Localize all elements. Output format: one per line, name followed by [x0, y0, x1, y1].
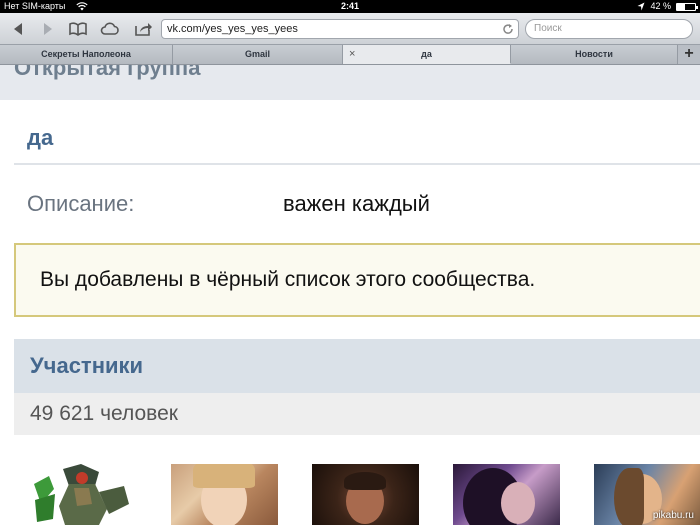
tab-label: Секреты Наполеона	[41, 49, 131, 59]
new-tab-button[interactable]: +	[678, 45, 700, 64]
forward-button[interactable]	[36, 20, 58, 38]
watermark: pikabu.ru	[652, 510, 694, 521]
tab-label: Gmail	[244, 49, 270, 59]
members-title[interactable]: Участники	[30, 353, 143, 379]
description-value: важен каждый	[283, 191, 430, 216]
battery-fill	[677, 3, 685, 10]
member-avatar[interactable]	[312, 464, 419, 525]
members-count-bar: 49 621 человек	[14, 393, 700, 435]
open-book-icon	[69, 22, 87, 36]
share-button[interactable]	[132, 20, 154, 38]
search-placeholder: Поиск	[534, 23, 562, 34]
member-avatars	[0, 464, 700, 525]
group-type-title: Открытая группа	[14, 65, 201, 80]
browser-toolbar: vk.com/yes_yes_yes_yees Поиск	[0, 13, 700, 45]
members-count: 49 621 человек	[30, 402, 178, 425]
group-name: да	[27, 125, 54, 150]
url-text: vk.com/yes_yes_yes_yees	[167, 23, 298, 35]
location-arrow-icon	[637, 2, 645, 11]
tab-label: Новости	[575, 49, 613, 59]
member-avatar[interactable]	[171, 464, 278, 525]
battery-icon	[676, 2, 698, 11]
divider	[14, 163, 700, 165]
member-avatar[interactable]	[29, 464, 136, 525]
page-content: Открытая группа да Описание: важен кажды…	[0, 65, 700, 525]
forward-arrow-icon	[44, 23, 52, 35]
description-label: Описание:	[27, 191, 135, 216]
close-tab-icon[interactable]: ×	[349, 45, 355, 64]
members-header[interactable]: Участники	[14, 339, 700, 393]
member-avatar[interactable]	[453, 464, 560, 525]
cloud-icon	[100, 22, 119, 35]
blacklist-notice-text: Вы добавлены в чёрный список этого сообщ…	[40, 268, 536, 291]
status-bar: Нет SIM-карты 2:41 42 %	[0, 0, 700, 13]
clock: 2:41	[340, 1, 359, 11]
tab-news[interactable]: Новости	[511, 45, 678, 64]
icloud-tabs-button[interactable]	[99, 20, 121, 38]
tab-label: да	[421, 49, 432, 59]
bookmarks-button[interactable]	[67, 20, 89, 38]
warrior-avatar-image	[34, 464, 129, 525]
address-bar[interactable]: vk.com/yes_yes_yes_yees	[161, 19, 519, 39]
search-field[interactable]: Поиск	[525, 19, 693, 39]
tab-gmail[interactable]: Gmail	[173, 45, 343, 64]
share-icon	[135, 23, 152, 36]
back-arrow-icon	[14, 23, 22, 35]
tab-da[interactable]: × да	[343, 45, 511, 64]
back-button[interactable]	[8, 20, 30, 38]
tab-bar: Секреты Наполеона Gmail × да Новости +	[0, 45, 700, 65]
blacklist-notice: Вы добавлены в чёрный список этого сообщ…	[14, 243, 700, 317]
group-header-strip: Открытая группа	[0, 65, 700, 100]
reload-icon[interactable]	[502, 23, 514, 35]
tab-napoleon[interactable]: Секреты Наполеона	[0, 45, 173, 64]
battery-percent: 42 %	[650, 1, 671, 11]
